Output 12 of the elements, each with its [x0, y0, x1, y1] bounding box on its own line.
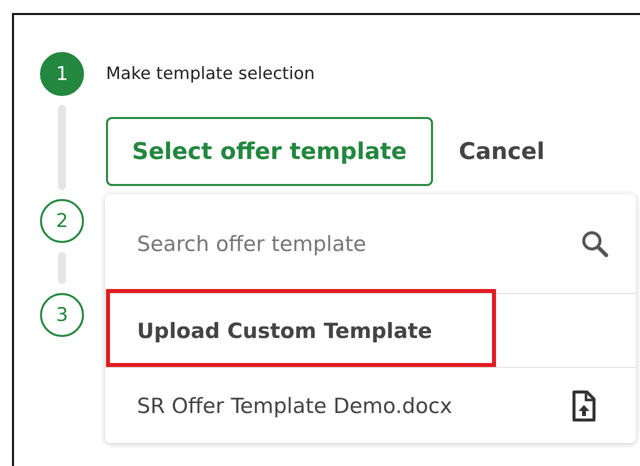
search-icon [580, 228, 610, 258]
step-connector [58, 252, 66, 284]
file-upload-icon [572, 390, 596, 422]
search-field[interactable]: Search offer template [137, 232, 580, 256]
step-label: Make template selection [106, 63, 316, 86]
template-option[interactable]: SR Offer Template Demo.docx [105, 367, 636, 443]
select-template-button[interactable]: Select offer template [106, 117, 433, 186]
cancel-button[interactable]: Cancel [458, 138, 545, 164]
upload-option[interactable]: Upload Custom Template [105, 294, 636, 367]
step-number: 2 [40, 199, 84, 243]
step-number: 3 [40, 293, 84, 337]
step-number: 1 [40, 52, 84, 96]
